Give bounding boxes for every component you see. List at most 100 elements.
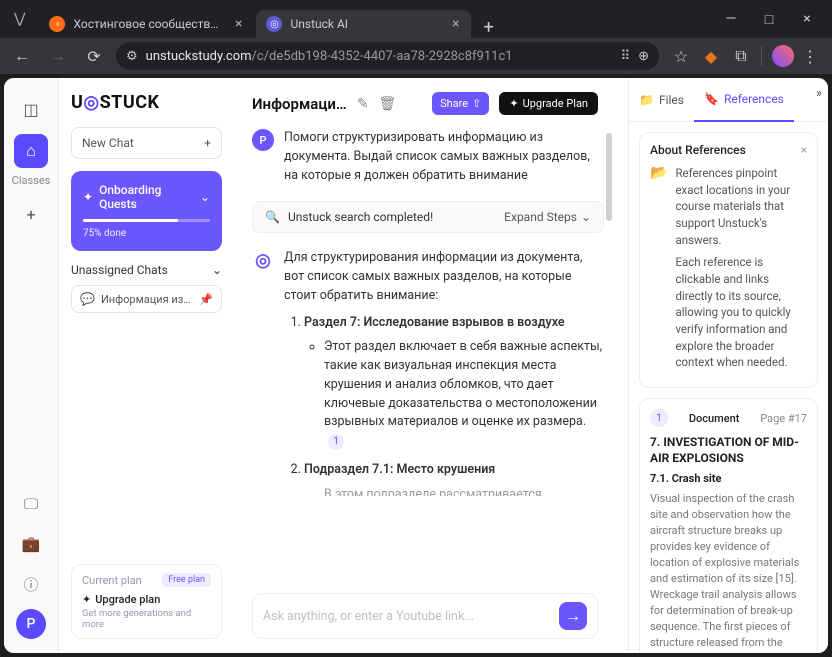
site-settings-icon[interactable]: ⚙: [126, 49, 138, 64]
bot-avatar: ◎: [252, 249, 274, 271]
close-icon[interactable]: ×: [801, 143, 807, 157]
tab-title: Unstuck AI: [290, 17, 442, 31]
chat-item[interactable]: 💬 Информация из доку… 📌: [71, 285, 222, 313]
upgrade-plan-link[interactable]: ✦ Upgrade plan: [82, 593, 211, 606]
onboarding-card[interactable]: ✦ Onboarding Quests ⌄ 75% done: [71, 171, 222, 251]
answer-intro: Для структурирования информации из докум…: [284, 249, 604, 305]
nav-back-icon[interactable]: ←: [8, 42, 36, 70]
chevron-down-icon: ⌄: [212, 263, 222, 277]
extensions-icon[interactable]: ⧉: [727, 42, 755, 70]
reference-card[interactable]: 1 Document Page #17 7. INVESTIGATION OF …: [639, 398, 818, 653]
browser-tab-2[interactable]: ◎ Unstuck AI ×: [256, 10, 471, 38]
send-button[interactable]: →: [559, 602, 587, 630]
section-title: Раздел 7: Исследование взрывов в воздухе: [304, 315, 565, 330]
window-maximize-icon[interactable]: □: [752, 5, 786, 33]
rail-avatar[interactable]: P: [16, 609, 46, 639]
plan-card: Current plan Free plan ✦ Upgrade plan Ge…: [71, 564, 222, 639]
bookmark-icon[interactable]: ☆: [667, 42, 695, 70]
edit-icon[interactable]: ✎: [357, 96, 369, 112]
separator: [761, 46, 762, 66]
tab-favicon: ◎: [266, 16, 282, 32]
search-icon: 🔍: [265, 210, 280, 224]
chevron-down-icon: ⌄: [581, 210, 591, 224]
sparkle-icon: ✦: [509, 97, 518, 110]
reference-doc-label: Document: [689, 412, 740, 425]
app-logo: U◎STUCK: [71, 92, 222, 113]
browser-tab-1[interactable]: › Хостинговое сообщество «Tim ×: [39, 10, 254, 38]
rail-briefcase-icon[interactable]: 💼: [14, 527, 48, 561]
chat-item-label: Информация из доку…: [101, 293, 193, 306]
tab-label: Files: [659, 93, 684, 107]
rocket-icon: ✦: [82, 593, 91, 606]
chevron-down-icon: ⌄: [200, 190, 210, 204]
progress-bar: [83, 219, 210, 222]
rail-home-icon[interactable]: ⌂: [14, 134, 48, 168]
about-references-card: About References × 📂 References pinpoint…: [639, 132, 818, 388]
about-p1: References pinpoint exact locations in y…: [675, 165, 807, 248]
tab-title: Хостинговое сообщество «Tim: [73, 17, 225, 31]
reference-body: Visual inspection of the crash site and …: [650, 491, 807, 650]
tab-label: References: [724, 92, 784, 106]
folder-icon: 📂: [650, 165, 667, 377]
user-message: Помоги структуризировать информацию из д…: [284, 129, 604, 185]
nav-reload-icon[interactable]: ⟳: [80, 42, 108, 70]
url-bar[interactable]: ⚙ unstuckstudy.com/c/de5db198-4352-4407-…: [116, 42, 659, 70]
plan-sub: Get more generations and more: [82, 608, 211, 630]
nav-forward-icon[interactable]: →: [44, 42, 72, 70]
rail-add-icon[interactable]: +: [14, 197, 48, 231]
onboarding-title: Onboarding Quests: [99, 183, 194, 211]
zoom-icon[interactable]: ⊕: [638, 49, 649, 64]
chat-scroller[interactable]: P Помоги структуризировать информацию из…: [252, 129, 618, 583]
reference-chip[interactable]: 1: [328, 434, 344, 450]
plan-badge: Free plan: [162, 573, 211, 587]
about-title: About References: [650, 143, 746, 157]
browser-menu-icon[interactable]: ⋁: [8, 7, 31, 31]
expand-steps-button[interactable]: Expand Steps ⌄: [504, 210, 591, 224]
rail-pane-icon[interactable]: ◫: [14, 92, 48, 126]
answer-bullet: В этом подразделе рассматривается: [324, 486, 604, 496]
section-title: Подраздел 7.1: Место крушения: [304, 462, 495, 477]
unassigned-header[interactable]: Unassigned Chats ⌄: [71, 263, 222, 277]
doc-title: Информаци…: [252, 95, 347, 113]
reference-heading: 7. INVESTIGATION OF MID-AIR EXPLOSIONS: [650, 435, 807, 466]
current-plan-label: Current plan: [82, 574, 142, 587]
tab-close-icon[interactable]: ×: [233, 16, 244, 32]
translate-icon[interactable]: ⠿: [621, 49, 631, 64]
sparkle-icon: ✦: [83, 190, 93, 204]
window-close-icon[interactable]: ×: [790, 5, 824, 33]
rail-laptop-icon[interactable]: 🖵: [14, 487, 48, 521]
plus-icon: +: [204, 136, 211, 150]
reference-number: 1: [650, 409, 668, 427]
rail-classes-label: Classes: [12, 174, 51, 187]
tab-files[interactable]: 📁 Files: [629, 79, 694, 121]
new-tab-icon[interactable]: +: [473, 17, 503, 38]
status-text: Unstuck search completed!: [288, 210, 433, 224]
window-minimize-icon[interactable]: —: [714, 5, 748, 33]
bookmark-icon: 🔖: [704, 92, 719, 106]
search-status-banner: 🔍 Unstuck search completed! Expand Steps…: [252, 201, 604, 233]
tab-close-icon[interactable]: ×: [450, 16, 461, 32]
chat-input-row: →: [252, 593, 598, 639]
tab-favicon: ›: [49, 16, 65, 32]
about-p2: Each reference is clickable and links di…: [675, 254, 807, 371]
delete-icon[interactable]: 🗑: [379, 96, 397, 112]
rail-help-icon[interactable]: ⓘ: [14, 567, 48, 601]
upgrade-button[interactable]: ✦ Upgrade Plan: [499, 92, 598, 115]
url-text: unstuckstudy.com/c/de5db198-4352-4407-aa…: [146, 49, 613, 64]
share-label: Share: [440, 97, 468, 110]
profile-avatar[interactable]: [772, 45, 794, 67]
new-chat-button[interactable]: New Chat +: [71, 127, 222, 159]
share-icon: ⇧: [472, 97, 481, 110]
share-button[interactable]: Share ⇧: [432, 92, 489, 115]
chat-input[interactable]: [263, 609, 551, 624]
browser-menu-dots-icon[interactable]: ⋮: [796, 42, 824, 70]
expand-panel-icon[interactable]: »: [816, 86, 822, 101]
metamask-icon[interactable]: ◆: [697, 42, 725, 70]
reference-page: Page #17: [760, 412, 807, 425]
tab-references[interactable]: 🔖 References: [694, 78, 794, 122]
pin-icon[interactable]: 📌: [199, 293, 213, 306]
answer-bullet: Этот раздел включает в себя важные аспек…: [324, 338, 604, 451]
user-avatar: P: [252, 129, 274, 151]
upgrade-label: Upgrade plan: [95, 593, 160, 606]
progress-label: 75% done: [83, 228, 210, 239]
